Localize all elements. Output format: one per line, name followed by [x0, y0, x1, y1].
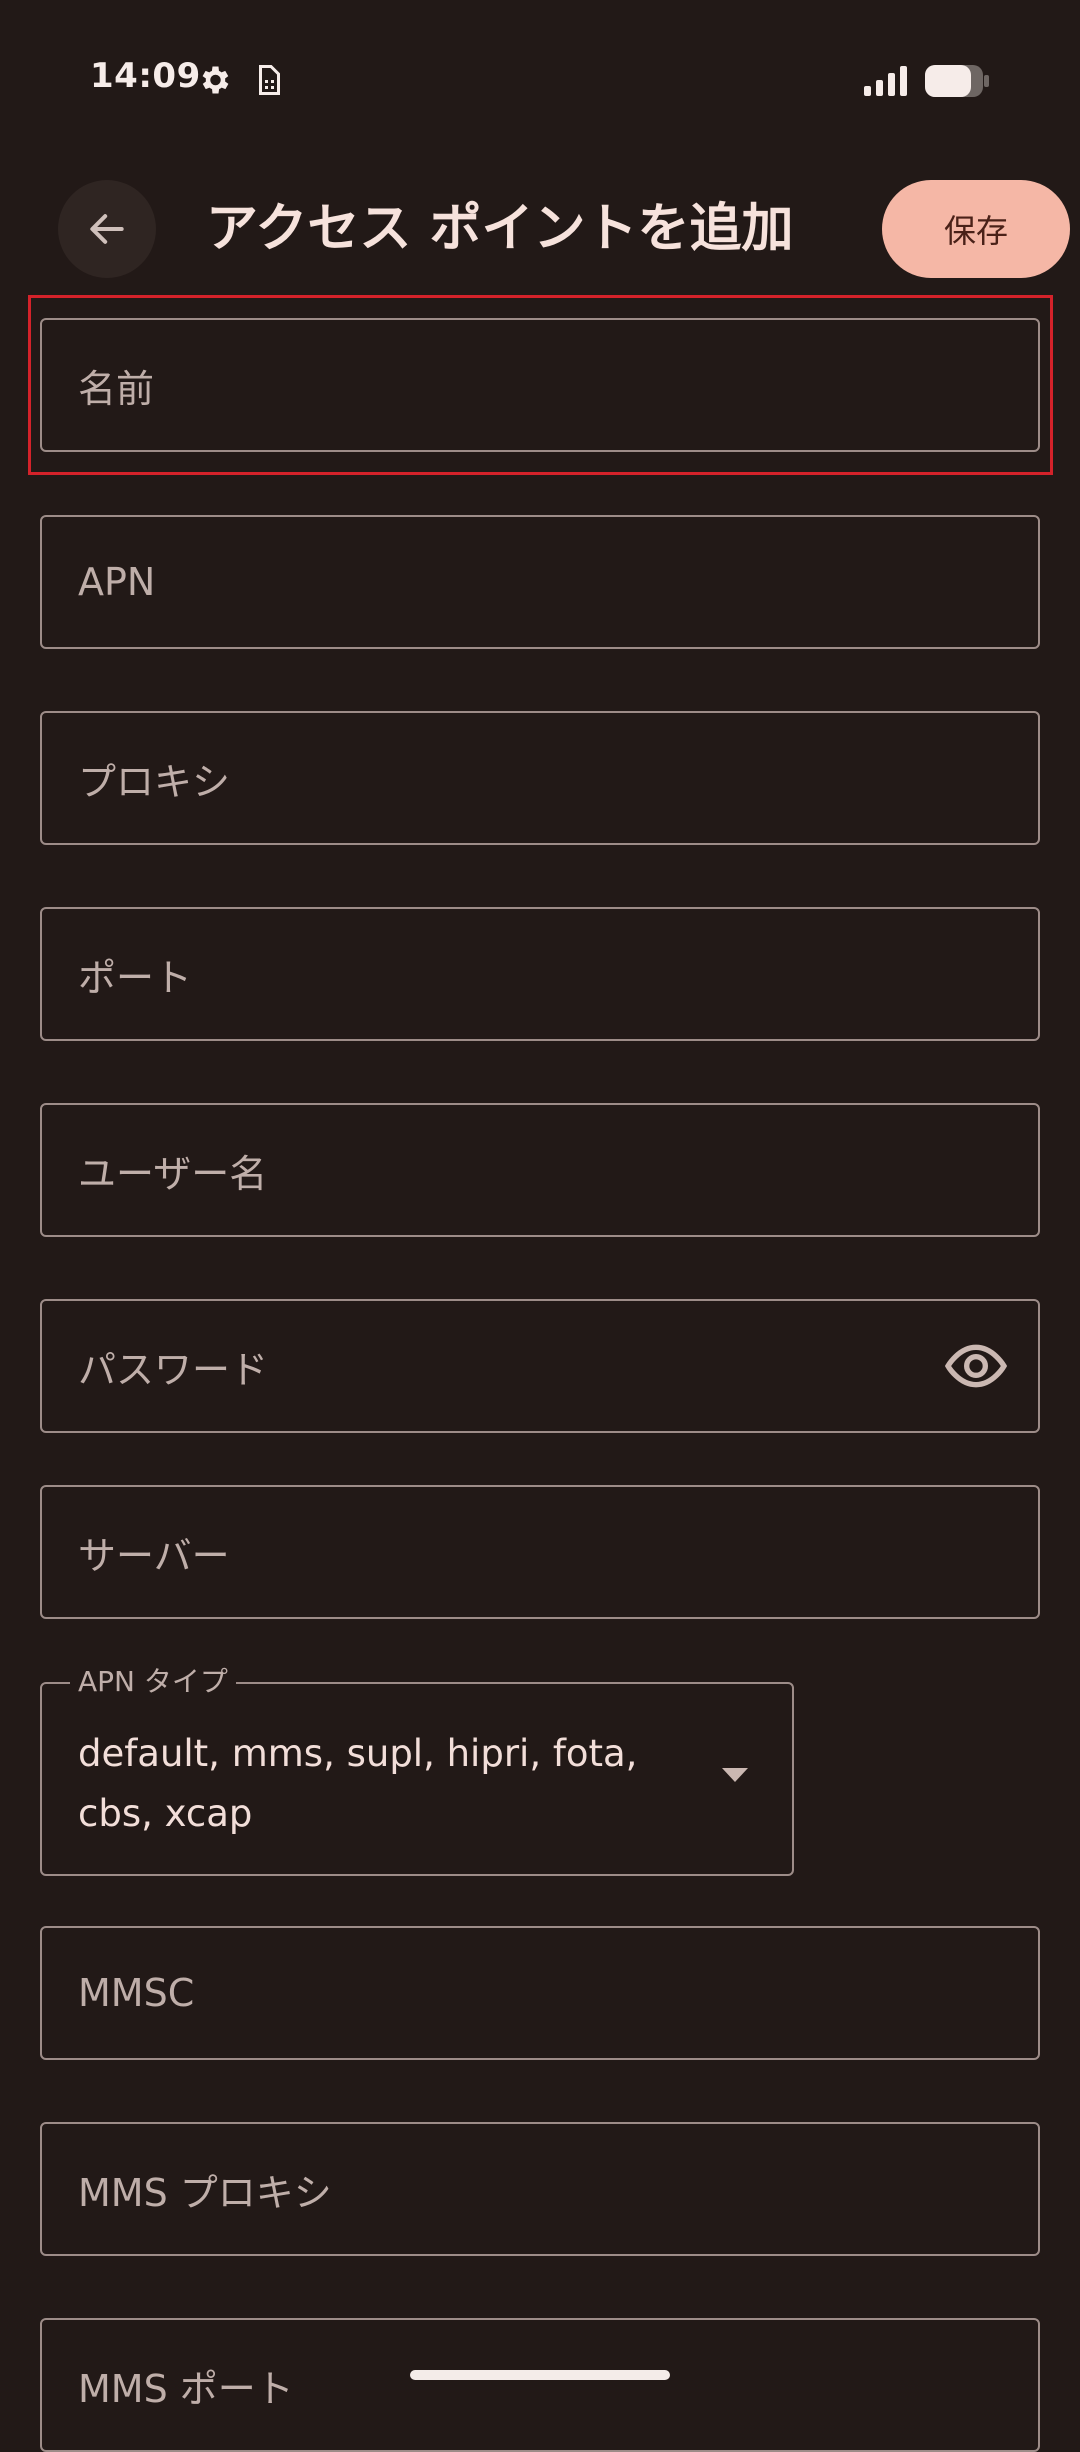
home-indicator[interactable] — [410, 2370, 670, 2380]
port-field-placeholder: ポート — [78, 955, 193, 1000]
status-bar: 14:09 — [0, 0, 1080, 160]
battery-icon — [925, 65, 989, 97]
arrow-back-icon — [90, 214, 124, 244]
username-field-placeholder: ユーザー名 — [78, 1151, 268, 1196]
server-field-placeholder: サーバー — [78, 1533, 230, 1578]
apn-type-value: default, mms, supl, hipri, fota, cbs, xc… — [78, 1732, 638, 1835]
proxy-field-placeholder: プロキシ — [78, 759, 231, 804]
sim-card-icon — [259, 65, 280, 95]
show-password-eye-icon[interactable] — [944, 1334, 1008, 1398]
status-time: 14:09 — [90, 56, 201, 96]
mms-port-field[interactable]: MMS ポート — [40, 2318, 1040, 2452]
mms-port-field-placeholder: MMS ポート — [78, 2366, 294, 2411]
mms-proxy-field[interactable]: MMS プロキシ — [40, 2122, 1040, 2256]
dropdown-arrow-icon — [722, 1768, 748, 1782]
mmsc-field[interactable]: MMSC — [40, 1926, 1040, 2060]
apn-type-select[interactable]: APN タイプ default, mms, supl, hipri, fota,… — [40, 1664, 794, 1876]
mmsc-field-placeholder: MMSC — [78, 1971, 195, 2015]
save-button[interactable]: 保存 — [882, 180, 1070, 278]
apn-type-label: APN タイプ — [70, 1664, 236, 1700]
server-field[interactable]: サーバー — [40, 1485, 1040, 1619]
name-field-placeholder: 名前 — [78, 366, 155, 411]
password-field-placeholder: パスワード — [78, 1347, 269, 1392]
status-right-icons — [864, 64, 990, 98]
proxy-field[interactable]: プロキシ — [40, 711, 1040, 845]
signal-icon — [864, 66, 907, 96]
app-bar: アクセス ポイントを追加 保存 — [0, 180, 1080, 280]
apn-field[interactable]: APN — [40, 515, 1040, 649]
mms-proxy-field-placeholder: MMS プロキシ — [78, 2170, 332, 2215]
password-field[interactable]: パスワード — [40, 1299, 1040, 1433]
apn-field-placeholder: APN — [78, 560, 156, 604]
username-field[interactable]: ユーザー名 — [40, 1103, 1040, 1237]
gear-icon — [202, 66, 229, 94]
port-field[interactable]: ポート — [40, 907, 1040, 1041]
back-button[interactable] — [58, 180, 156, 278]
page-title: アクセス ポイントを追加 — [206, 199, 794, 259]
name-field[interactable]: 名前 — [40, 318, 1040, 452]
